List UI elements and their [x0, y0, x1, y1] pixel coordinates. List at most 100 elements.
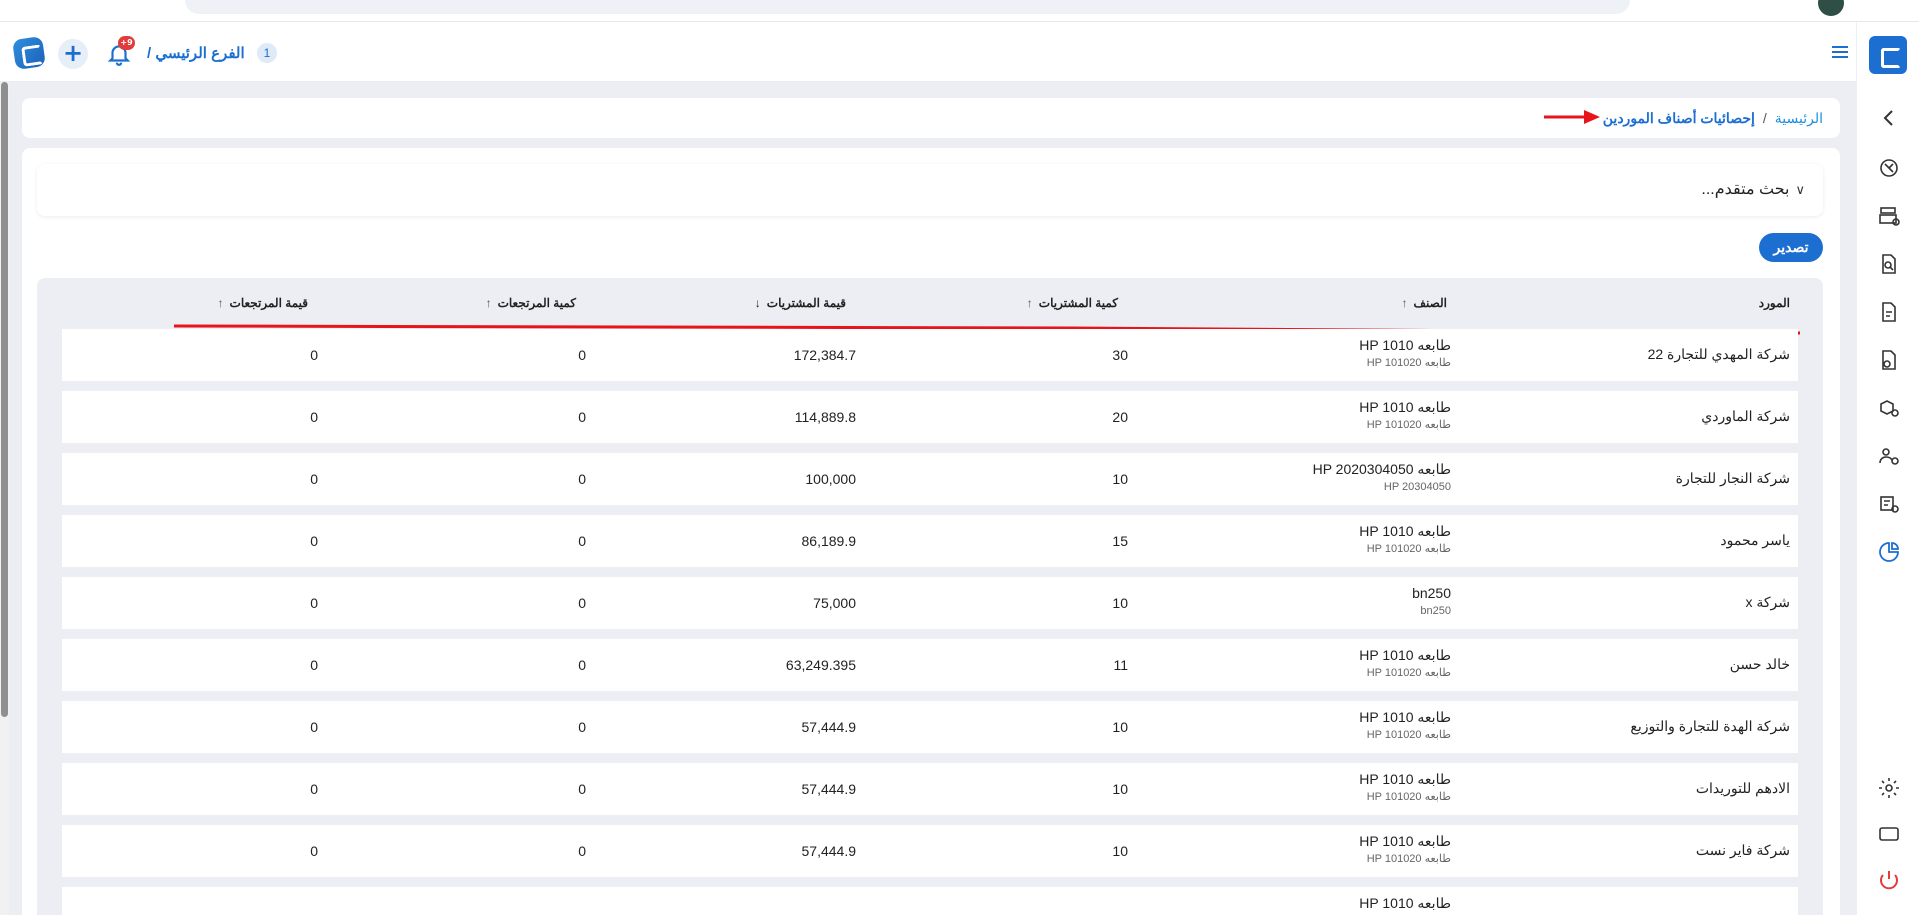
- reports-chart-icon[interactable]: [1877, 540, 1901, 564]
- returns-value: 0: [310, 781, 318, 797]
- returns-qty: 0: [578, 781, 586, 797]
- table-row[interactable]: شركة الماوردي طابعه HP 1010 طابعه HP 101…: [62, 391, 1798, 443]
- returns-qty: 0: [578, 409, 586, 425]
- returns-value: 0: [310, 533, 318, 549]
- item-name: bn250: [1412, 585, 1451, 601]
- menu-toggle-icon[interactable]: [1830, 43, 1850, 63]
- users-settings-icon[interactable]: [1877, 444, 1901, 468]
- item-name: طابعه HP 2020304050: [1312, 461, 1451, 477]
- column-header-returns-value[interactable]: قيمة المرتجعات ↑: [218, 278, 308, 328]
- column-header-item[interactable]: الصنف ↑: [1402, 278, 1447, 328]
- returns-qty: 0: [578, 843, 586, 859]
- purchase-value: 100,000: [805, 471, 856, 487]
- item-code: bn250: [1420, 605, 1451, 617]
- purchase-qty: 10: [1112, 781, 1128, 797]
- item-code: طابعه HP 101020: [1366, 419, 1451, 431]
- sort-arrow-icon[interactable]: ↑: [1027, 296, 1033, 310]
- purchase-value: 86,189.9: [801, 533, 857, 549]
- table-row[interactable]: شركة فاير نست طابعه HP 1010 طابعه HP 101…: [62, 825, 1798, 877]
- table-row[interactable]: طابعه HP 1010: [62, 887, 1798, 915]
- purchase-value: 114,889.8: [794, 409, 856, 425]
- window-icon[interactable]: [1877, 822, 1901, 846]
- column-header-purchase-qty[interactable]: كمية المشتريات ↑: [1027, 278, 1118, 328]
- table-row[interactable]: خالد حسن طابعه HP 1010 طابعه HP 101020 1…: [62, 639, 1798, 691]
- inventory-settings-icon[interactable]: [1877, 492, 1901, 516]
- supplier-name: شركة x: [1745, 594, 1790, 610]
- table-row[interactable]: شركة النجار للتجارة طابعه HP 2020304050 …: [62, 453, 1798, 505]
- purchase-qty: 30: [1112, 347, 1128, 363]
- page-title: إحصائيات أصناف الموردين: [1602, 110, 1755, 126]
- item-name: طابعه HP 1010: [1359, 833, 1451, 849]
- sort-arrow-icon[interactable]: ↓: [755, 296, 761, 310]
- item-name: طابعه HP 1010: [1359, 523, 1451, 539]
- returns-qty: 0: [578, 595, 586, 611]
- cash-register-icon[interactable]: [1877, 204, 1901, 228]
- returns-value: 0: [310, 595, 318, 611]
- document-settings-icon[interactable]: [1877, 348, 1901, 372]
- column-header-purchase-value[interactable]: قيمة المشتريات ↓: [755, 278, 846, 328]
- supplier-name: شركة فاير نست: [1695, 842, 1790, 858]
- address-bar[interactable]: [185, 0, 1630, 14]
- returns-qty: 0: [578, 719, 586, 735]
- purchase-value: 63,249.395: [785, 657, 856, 673]
- item-code: طابعه HP 101020: [1366, 543, 1451, 555]
- app-header: + +9 الفرع الرئيسي / 1: [0, 22, 1856, 82]
- chevron-left-icon[interactable]: [1877, 106, 1901, 130]
- supplier-name: خالد حسن: [1729, 656, 1790, 672]
- sort-arrow-icon[interactable]: ↑: [1402, 296, 1408, 310]
- search-document-icon[interactable]: [1877, 252, 1901, 276]
- purchase-qty: 10: [1112, 471, 1128, 487]
- column-label: المورد: [1758, 296, 1790, 310]
- dashboard-gauge-icon[interactable]: [1877, 156, 1901, 180]
- purchase-qty: 11: [1113, 657, 1128, 673]
- table-row[interactable]: شركة المهدي للتجارة 22 طابعه HP 1010 طاب…: [62, 329, 1798, 381]
- supplier-name: شركة الماوردي: [1701, 408, 1790, 424]
- returns-qty: 0: [578, 471, 586, 487]
- branch-count-badge: 1: [257, 43, 277, 63]
- export-button[interactable]: تصدير: [1759, 233, 1823, 262]
- item-code: طابعه HP 101020: [1366, 729, 1451, 741]
- returns-value: 0: [310, 657, 318, 673]
- profile-avatar[interactable]: [1818, 0, 1844, 16]
- invoice-icon[interactable]: [1877, 300, 1901, 324]
- breadcrumb-separator: /: [1762, 110, 1767, 126]
- advanced-search-toggle[interactable]: ∨ بحث متقدم...: [37, 164, 1823, 216]
- returns-qty: 0: [578, 347, 586, 363]
- app-logo-icon[interactable]: [12, 36, 46, 70]
- returns-value: 0: [310, 409, 318, 425]
- purchase-qty: 10: [1112, 843, 1128, 859]
- page-scrollbar[interactable]: [0, 82, 9, 915]
- purchase-qty: 10: [1112, 595, 1128, 611]
- item-name: طابعه HP 1010: [1359, 709, 1451, 725]
- annotation-arrow-icon: [1544, 110, 1600, 124]
- item-code: HP 20304050: [1383, 481, 1451, 493]
- returns-qty: 0: [578, 657, 586, 673]
- table-row[interactable]: شركة x bn250 bn250 10 75,000 0 0: [62, 577, 1798, 629]
- purchase-qty: 10: [1112, 719, 1128, 735]
- add-button[interactable]: +: [58, 39, 88, 69]
- gear-icon[interactable]: [1877, 776, 1901, 800]
- table-row[interactable]: ياسر محمود طابعه HP 1010 طابعه HP 101020…: [62, 515, 1798, 567]
- boxes-settings-icon[interactable]: [1877, 396, 1901, 420]
- column-label: قيمة المشتريات: [766, 296, 846, 310]
- power-icon[interactable]: [1877, 868, 1901, 892]
- breadcrumb-home-link[interactable]: الرئيسية: [1775, 110, 1823, 126]
- returns-value: 0: [310, 843, 318, 859]
- column-label: كمية المشتريات: [1038, 296, 1118, 310]
- column-header-returns-qty[interactable]: كمية المرتجعات ↑: [486, 278, 576, 328]
- item-code: طابعه HP 101020: [1366, 357, 1451, 369]
- breadcrumb: الرئيسية / إحصائيات أصناف الموردين: [22, 98, 1840, 138]
- table-row[interactable]: الادهم للتوريدات طابعه HP 1010 طابعه HP …: [62, 763, 1798, 815]
- table-row[interactable]: شركة الهدة للتجارة والتوزيع طابعه HP 101…: [62, 701, 1798, 753]
- column-header-supplier[interactable]: المورد: [1759, 278, 1790, 328]
- supplier-name: الادهم للتوريدات: [1695, 780, 1790, 796]
- sidebar-logo-icon[interactable]: [1869, 36, 1907, 74]
- column-label: كمية المرتجعات: [497, 296, 576, 310]
- branch-selector[interactable]: الفرع الرئيسي /: [147, 42, 245, 66]
- notification-badge: +9: [118, 36, 135, 50]
- scrollbar-thumb[interactable]: [1, 82, 8, 717]
- item-code: طابعه HP 101020: [1366, 791, 1451, 803]
- sort-arrow-icon[interactable]: ↑: [486, 296, 492, 310]
- sort-arrow-icon[interactable]: ↑: [218, 296, 224, 310]
- table-header: المورد الصنف ↑ كمية المشتريات ↑ قيمة المشت…: [62, 278, 1801, 335]
